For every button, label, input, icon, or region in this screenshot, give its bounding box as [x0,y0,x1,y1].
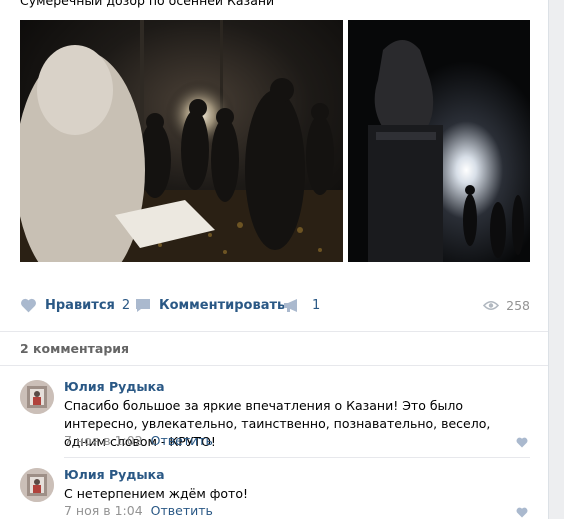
night-group-reading-photo [20,20,343,262]
page-background-strip [550,0,564,519]
comment-meta: 7 ноя в 1:04 Ответить [64,503,213,518]
eye-icon [483,300,500,311]
comment-date[interactable]: 7 ноя в 1:02 [64,433,143,448]
comment-like-button[interactable] [516,506,528,519]
reply-link[interactable]: Ответить [151,433,213,448]
wall-post: Сумеречный дозор по осенней Казани Нрави… [0,0,549,519]
views-count: 258 [506,297,530,313]
comment-divider [64,457,530,458]
like-count: 2 [121,297,131,313]
like-button[interactable]: Нравится 2 [20,292,130,318]
avatar[interactable] [20,380,54,414]
avatar[interactable] [20,468,54,502]
views-counter: 258 [483,292,530,318]
user-avatar-icon [20,380,54,414]
comment-bubble-icon [135,298,151,313]
comment-meta: 7 ноя в 1:02 Ответить [64,433,213,448]
heart-icon [516,507,528,518]
heart-icon [20,298,37,313]
user-avatar-icon [20,468,54,502]
post-photo-2[interactable] [348,20,530,262]
reply-link[interactable]: Ответить [151,503,213,518]
like-label: Нравится [45,297,115,313]
comment-author[interactable]: Юлия Рудыка [64,379,165,394]
comments-count-header: 2 комментария [20,341,130,356]
comment-text: С нетерпением ждём фото! [64,486,248,501]
share-button[interactable]: 1 [283,292,320,318]
comment-author[interactable]: Юлия Рудыка [64,467,165,482]
comment-label: Комментировать [159,297,286,313]
comment-like-button[interactable] [516,436,528,451]
comment-button[interactable]: Комментировать [135,292,285,318]
divider [0,331,548,332]
comment-date[interactable]: 7 ноя в 1:04 [64,503,143,518]
post-actions: Нравится 2 Комментировать 1 258 [20,292,530,318]
share-count: 1 [312,297,321,313]
megaphone-icon [283,298,300,313]
comment-item: Юлия Рудыка Спасибо большое за яркие впе… [20,378,530,458]
divider [0,365,548,366]
post-text: Сумеречный дозор по осенней Казани [20,0,275,8]
post-photo-1[interactable] [20,20,343,262]
comment-item: Юлия Рудыка С нетерпением ждём фото! 7 н… [20,466,530,519]
heart-icon [516,437,528,448]
monument-night-light-photo [348,20,530,262]
